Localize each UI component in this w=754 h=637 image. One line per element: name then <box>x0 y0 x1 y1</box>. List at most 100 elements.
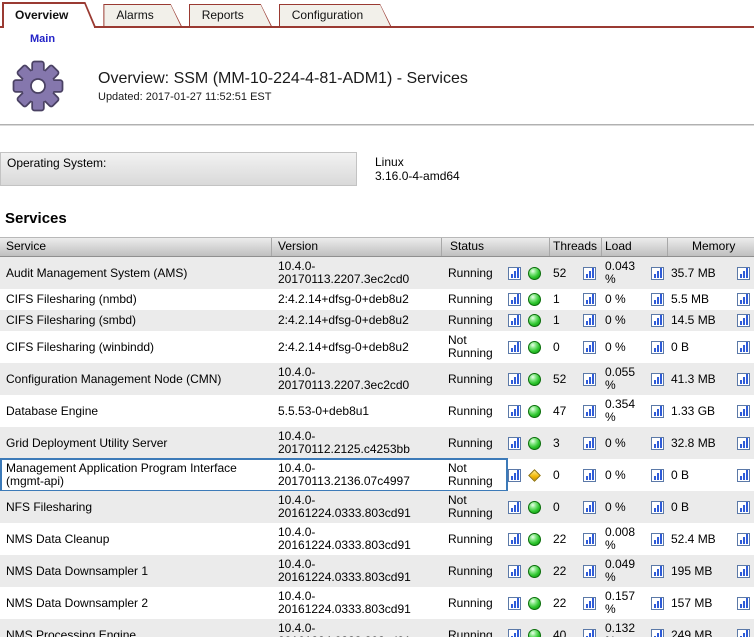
chart-bar <box>740 476 742 480</box>
chart-report-icon[interactable] <box>583 629 596 637</box>
chart-bar <box>746 598 748 608</box>
memory-chart-cell <box>724 264 754 283</box>
chart-report-icon[interactable] <box>583 565 596 578</box>
load-value: 0.157 % <box>602 587 648 619</box>
table-row: Configuration Management Node (CMN)10.4.… <box>0 363 754 395</box>
chart-report-icon[interactable] <box>737 293 750 306</box>
chart-report-icon[interactable] <box>651 597 664 610</box>
memory-value: 32.8 MB <box>668 434 724 453</box>
chart-report-icon[interactable] <box>651 629 664 637</box>
chart-report-icon[interactable] <box>508 469 521 482</box>
chart-report-icon[interactable] <box>651 267 664 280</box>
chart-report-icon[interactable] <box>583 533 596 546</box>
chart-report-icon[interactable] <box>583 314 596 327</box>
chart-report-icon[interactable] <box>508 533 521 546</box>
threads-chart-cell <box>580 498 602 517</box>
chart-bar <box>514 537 516 544</box>
chart-report-icon[interactable] <box>651 501 664 514</box>
chart-report-icon[interactable] <box>508 597 521 610</box>
threads-chart-cell <box>580 626 602 637</box>
chart-bar <box>586 300 588 304</box>
chart-report-icon[interactable] <box>651 437 664 450</box>
tab-overview[interactable]: Overview <box>2 2 96 28</box>
chart-report-icon[interactable] <box>737 314 750 327</box>
service-name: NMS Data Downsampler 1 <box>0 562 272 581</box>
chart-report-icon[interactable] <box>651 341 664 354</box>
chart-bar <box>654 476 656 480</box>
chart-report-icon[interactable] <box>737 469 750 482</box>
memory-chart-cell <box>724 338 754 357</box>
chart-bar <box>517 470 519 480</box>
chart-bar <box>740 604 742 608</box>
chart-report-icon[interactable] <box>508 501 521 514</box>
service-version: 10.4.0- 20161224.0333.803cd91 <box>272 491 442 523</box>
chart-report-icon[interactable] <box>508 267 521 280</box>
chart-report-icon[interactable] <box>651 314 664 327</box>
tab-configuration[interactable]: Configuration <box>279 4 391 26</box>
chart-bar <box>589 473 591 480</box>
load-value: 0.043 % <box>602 257 648 289</box>
chart-report-icon[interactable] <box>737 267 750 280</box>
chart-bar <box>657 473 659 480</box>
chart-report-icon[interactable] <box>651 293 664 306</box>
chart-report-icon[interactable] <box>651 533 664 546</box>
memory-chart-cell <box>724 562 754 581</box>
chart-bar <box>517 342 519 352</box>
chart-bar <box>660 470 662 480</box>
chart-report-icon[interactable] <box>737 405 750 418</box>
tab-reports[interactable]: Reports <box>189 4 272 26</box>
chart-report-icon[interactable] <box>737 437 750 450</box>
status-ok-icon <box>528 341 541 354</box>
memory-chart-cell <box>724 530 754 549</box>
chart-report-icon[interactable] <box>583 469 596 482</box>
chart-bar <box>592 630 594 637</box>
chart-report-icon[interactable] <box>737 341 750 354</box>
memory-value: 0 B <box>668 498 724 517</box>
chart-report-icon[interactable] <box>583 341 596 354</box>
chart-report-icon[interactable] <box>583 597 596 610</box>
memory-chart-cell <box>724 290 754 309</box>
chart-report-icon[interactable] <box>651 565 664 578</box>
chart-report-icon[interactable] <box>737 373 750 386</box>
chart-report-icon[interactable] <box>583 293 596 306</box>
chart-report-icon[interactable] <box>508 373 521 386</box>
chart-report-icon[interactable] <box>737 501 750 514</box>
status-ok-icon <box>528 314 541 327</box>
chart-report-icon[interactable] <box>737 533 750 546</box>
chart-report-icon[interactable] <box>508 437 521 450</box>
os-value: Linux 3.16.0-4-amd64 <box>357 152 754 186</box>
chart-report-icon[interactable] <box>508 565 521 578</box>
status-icons <box>502 626 550 637</box>
chart-report-icon[interactable] <box>737 597 750 610</box>
chart-report-icon[interactable] <box>583 501 596 514</box>
service-status: Running <box>442 402 502 421</box>
chart-report-icon[interactable] <box>583 373 596 386</box>
threads-value: 0 <box>550 498 580 517</box>
table-row: Database Engine5.5.53-0+deb8u1Running470… <box>0 395 754 427</box>
threads-value: 3 <box>550 434 580 453</box>
main-link[interactable]: Main <box>30 33 55 45</box>
status-icons <box>502 338 550 357</box>
tab-alarms[interactable]: Alarms <box>103 4 181 26</box>
chart-report-icon[interactable] <box>737 629 750 637</box>
chart-report-icon[interactable] <box>508 629 521 637</box>
chart-report-icon[interactable] <box>508 314 521 327</box>
chart-report-icon[interactable] <box>508 341 521 354</box>
chart-report-icon[interactable] <box>508 293 521 306</box>
chart-report-icon[interactable] <box>737 565 750 578</box>
chart-report-icon[interactable] <box>508 405 521 418</box>
chart-report-icon[interactable] <box>651 373 664 386</box>
chart-bar <box>592 470 594 480</box>
table-row: NMS Data Downsampler 110.4.0- 20161224.0… <box>0 555 754 587</box>
table-row: CIFS Filesharing (smbd)2:4.2.14+dfsg-0+d… <box>0 310 754 331</box>
chart-report-icon[interactable] <box>583 437 596 450</box>
service-status: Running <box>442 530 502 549</box>
chart-report-icon[interactable] <box>583 267 596 280</box>
chart-report-icon[interactable] <box>651 405 664 418</box>
service-name: Audit Management System (AMS) <box>0 264 272 283</box>
memory-value: 0 B <box>668 466 724 485</box>
table-row: CIFS Filesharing (winbindd)2:4.2.14+dfsg… <box>0 331 754 363</box>
chart-report-icon[interactable] <box>583 405 596 418</box>
chart-report-icon[interactable] <box>651 469 664 482</box>
threads-value: 22 <box>550 530 580 549</box>
